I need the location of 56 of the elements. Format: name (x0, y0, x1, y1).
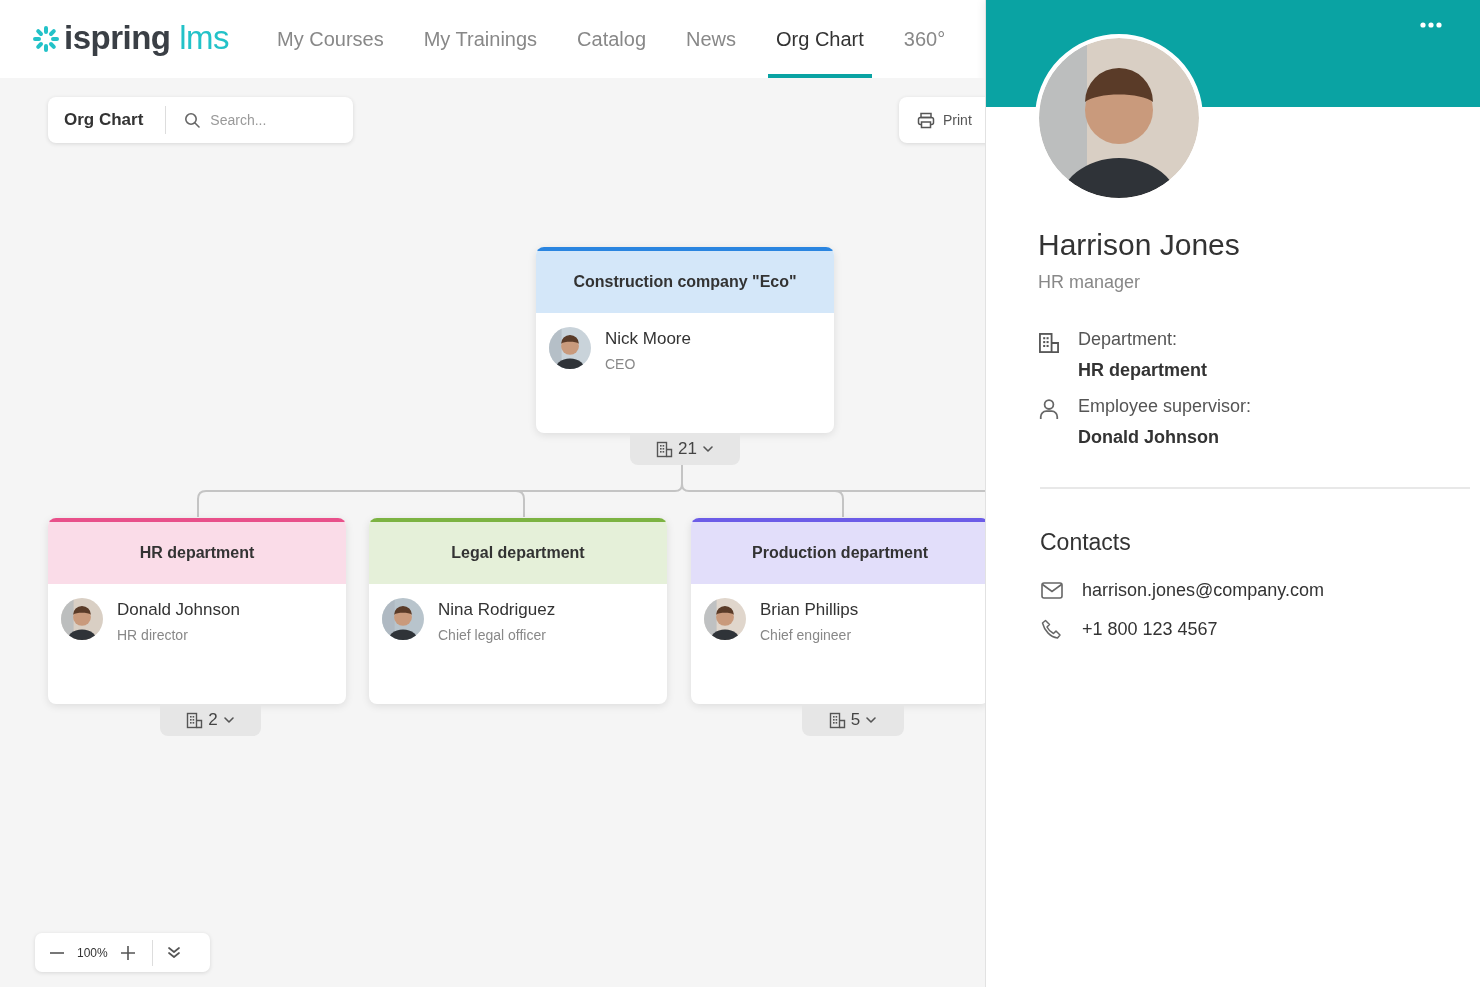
building-icon (1038, 331, 1060, 355)
contact-phone[interactable]: +1 800 123 4567 (1082, 619, 1218, 640)
zoom-level: 100% (77, 945, 108, 960)
more-icon (1420, 22, 1442, 28)
print-button[interactable]: Print (899, 97, 985, 143)
chevron-down-icon (222, 714, 235, 726)
department-name: Legal department (369, 522, 667, 584)
double-chevron-icon (166, 946, 181, 959)
person-role: Chief engineer (760, 627, 853, 643)
department-name: Production department (691, 522, 985, 584)
detail-value: HR department (1078, 359, 1207, 382)
profile-name: Harrison Jones (1038, 228, 1241, 262)
person-name: Nick Moore (605, 329, 691, 349)
logo-text: ispring lms (64, 20, 229, 58)
department-card[interactable]: Production department Brian Phillips Chief engineer (691, 518, 985, 704)
detail-label: Department: (1078, 328, 1179, 351)
department-card[interactable]: Legal department Nina Rodriguez Chief legal officer (369, 518, 667, 704)
profile-title: HR manager (1038, 272, 1142, 293)
logo-icon (32, 25, 60, 53)
mail-icon (1040, 582, 1064, 599)
nav-tab[interactable]: Catalog (569, 0, 654, 78)
detail-value: Donald Johnson (1078, 426, 1220, 449)
subunit-count-button[interactable]: 2 (160, 704, 261, 736)
search-icon (184, 112, 201, 128)
toolbar-title: Org Chart (64, 106, 167, 134)
person-role: Chief legal officer (438, 627, 547, 643)
department-name: HR department (48, 522, 346, 584)
department-name: Construction company "Eco" (536, 251, 834, 313)
person-name: Nina Rodriguez (438, 600, 556, 620)
building-icon (656, 440, 674, 458)
building-icon (186, 711, 204, 729)
person-role: HR director (117, 627, 189, 643)
nav-tab[interactable]: 360° (895, 0, 954, 78)
detail-label: Employee supervisor: (1078, 395, 1252, 418)
person-name: Brian Phillips (760, 600, 859, 620)
contact-email[interactable]: harrison.jones@company.com (1082, 580, 1325, 601)
section-heading: Contacts (1040, 529, 1132, 556)
nav-tab[interactable]: My Courses (269, 0, 392, 78)
more-button[interactable] (1420, 22, 1442, 28)
plus-icon (119, 944, 136, 961)
printer-icon (917, 111, 935, 129)
chevron-down-icon (701, 443, 714, 455)
minus-icon (49, 951, 65, 954)
nav-tab[interactable]: My Trainings (415, 0, 546, 78)
department-card[interactable]: Construction company "Eco" Nick Moore CEO (536, 247, 834, 433)
person-icon (1038, 398, 1060, 420)
person-name: Donald Johnson (117, 600, 240, 620)
nav-tab[interactable]: News (678, 0, 745, 78)
subunit-count-button[interactable]: 5 (802, 704, 904, 736)
building-icon (828, 711, 846, 729)
chevron-down-icon (865, 714, 878, 726)
person-role: CEO (605, 356, 637, 372)
department-card[interactable]: HR department Donald Johnson HR director (48, 518, 346, 704)
subunit-count-button[interactable]: 21 (630, 433, 740, 465)
search-field[interactable]: Search... (208, 111, 333, 129)
phone-icon (1040, 619, 1064, 640)
